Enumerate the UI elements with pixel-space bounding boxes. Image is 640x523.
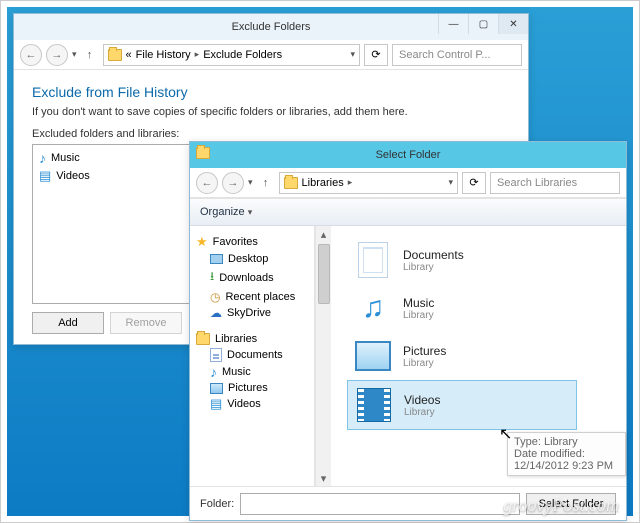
tooltip-line: Date modified: 12/14/2012 9:23 PM (514, 448, 619, 472)
folder-field-label: Folder: (200, 498, 234, 510)
page-heading: Exclude from File History (32, 84, 510, 100)
history-dropdown-icon[interactable]: ▾ (248, 177, 253, 188)
organize-toolbar: Organize ▾ (190, 198, 626, 226)
videos-icon (357, 388, 391, 422)
videos-icon: ▤ (39, 168, 51, 184)
folder-icon (196, 147, 210, 159)
sidebar-scrollbar[interactable]: ▴ ▾ (315, 226, 331, 486)
breadcrumb-item[interactable]: File History (136, 49, 191, 61)
videos-icon: ▤ (210, 396, 222, 412)
nav-toolbar: ← → ▾ ↑ Libraries ▸ ▾ ⟳ Search Libraries (190, 168, 626, 198)
tooltip-line: Type: Library (514, 436, 619, 448)
mouse-cursor-icon: ↖ (499, 424, 512, 444)
sidebar-item-videos[interactable]: ▤Videos (198, 395, 310, 413)
music-icon: ♪ (210, 364, 217, 380)
music-icon: ♪ (39, 150, 46, 166)
list-item-label: Music (51, 152, 80, 164)
forward-button[interactable]: → (46, 44, 68, 66)
music-icon: ♫ (362, 291, 385, 325)
sidebar-item-recent[interactable]: ◷Recent places (198, 289, 310, 305)
address-dropdown-icon[interactable]: ▾ (350, 49, 355, 60)
libraries-icon (196, 333, 210, 345)
history-dropdown-icon[interactable]: ▾ (72, 49, 77, 60)
list-label: Excluded folders and libraries: (32, 128, 510, 140)
sidebar-libraries[interactable]: Libraries (196, 333, 310, 345)
organize-menu[interactable]: Organize ▾ (200, 206, 252, 218)
titlebar: Exclude Folders — ▢ ✕ (14, 14, 528, 40)
pictures-icon (355, 341, 391, 371)
documents-icon (210, 348, 222, 362)
up-button[interactable]: ↑ (81, 44, 99, 66)
close-button[interactable]: ✕ (498, 14, 528, 34)
nav-sidebar: ★Favorites Desktop ⭳Downloads ◷Recent pl… (190, 226, 315, 486)
chevron-right-icon: ▸ (195, 49, 200, 60)
documents-icon (358, 242, 388, 278)
library-item-pictures[interactable]: PicturesLibrary (347, 332, 577, 380)
refresh-button[interactable]: ⟳ (364, 44, 388, 66)
breadcrumb-item[interactable]: Libraries (302, 177, 344, 189)
back-button[interactable]: ← (20, 44, 42, 66)
address-bar[interactable]: « File History ▸ Exclude Folders ▾ (103, 44, 360, 66)
watermark: groovyPost.com (503, 495, 619, 516)
sidebar-item-pictures[interactable]: Pictures (198, 381, 310, 395)
library-item-music[interactable]: ♫ MusicLibrary (347, 284, 577, 332)
sidebar-favorites[interactable]: ★Favorites (196, 234, 310, 250)
panes: ★Favorites Desktop ⭳Downloads ◷Recent pl… (190, 226, 626, 486)
library-item-videos[interactable]: VideosLibrary (347, 380, 577, 430)
select-folder-dialog: Select Folder ← → ▾ ↑ Libraries ▸ ▾ ⟳ Se… (189, 141, 627, 521)
breadcrumb-item[interactable]: Exclude Folders (203, 49, 282, 61)
titlebar: Select Folder (190, 142, 626, 168)
page-description: If you don't want to save copies of spec… (32, 106, 510, 118)
list-item-label: Videos (56, 170, 89, 182)
window-title: Select Folder (376, 149, 441, 161)
window-title: Exclude Folders (232, 21, 311, 33)
chevron-down-icon: ▾ (248, 207, 253, 217)
search-input[interactable]: Search Libraries (490, 172, 620, 194)
search-placeholder: Search Libraries (497, 177, 577, 189)
star-icon: ★ (196, 234, 208, 250)
library-list: DocumentsLibrary ♫ MusicLibrary Pictures… (331, 226, 626, 486)
pictures-icon (210, 383, 223, 394)
maximize-button[interactable]: ▢ (468, 14, 498, 34)
sidebar-item-desktop[interactable]: Desktop (198, 252, 310, 266)
sidebar-item-music[interactable]: ♪Music (198, 363, 310, 381)
desktop-icon (210, 254, 223, 264)
tooltip: Type: Library Date modified: 12/14/2012 … (507, 432, 626, 476)
address-dropdown-icon[interactable]: ▾ (448, 177, 453, 188)
breadcrumb-root-prefix: « (126, 49, 132, 61)
scroll-up-button[interactable]: ▴ (316, 226, 331, 242)
forward-button[interactable]: → (222, 172, 244, 194)
sidebar-item-downloads[interactable]: ⭳Downloads (198, 266, 310, 289)
scroll-thumb[interactable] (318, 244, 330, 304)
libraries-icon (284, 177, 298, 189)
scroll-down-button[interactable]: ▾ (316, 470, 331, 486)
up-button[interactable]: ↑ (257, 172, 275, 194)
remove-button: Remove (110, 312, 182, 334)
cloud-icon: ☁ (210, 306, 222, 320)
folder-name-input[interactable] (240, 493, 520, 515)
address-bar[interactable]: Libraries ▸ ▾ (279, 172, 458, 194)
search-placeholder: Search Control P... (399, 49, 491, 61)
library-item-documents[interactable]: DocumentsLibrary (347, 236, 577, 284)
sidebar-item-skydrive[interactable]: ☁SkyDrive (198, 305, 310, 321)
add-button[interactable]: Add (32, 312, 104, 334)
minimize-button[interactable]: — (438, 14, 468, 34)
search-input[interactable]: Search Control P... (392, 44, 522, 66)
nav-toolbar: ← → ▾ ↑ « File History ▸ Exclude Folders… (14, 40, 528, 70)
downloads-icon: ⭳ (210, 267, 214, 288)
chevron-right-icon: ▸ (348, 177, 353, 188)
folder-icon (108, 49, 122, 61)
recent-icon: ◷ (210, 290, 220, 304)
sidebar-item-documents[interactable]: Documents (198, 347, 310, 363)
back-button[interactable]: ← (196, 172, 218, 194)
refresh-button[interactable]: ⟳ (462, 172, 486, 194)
